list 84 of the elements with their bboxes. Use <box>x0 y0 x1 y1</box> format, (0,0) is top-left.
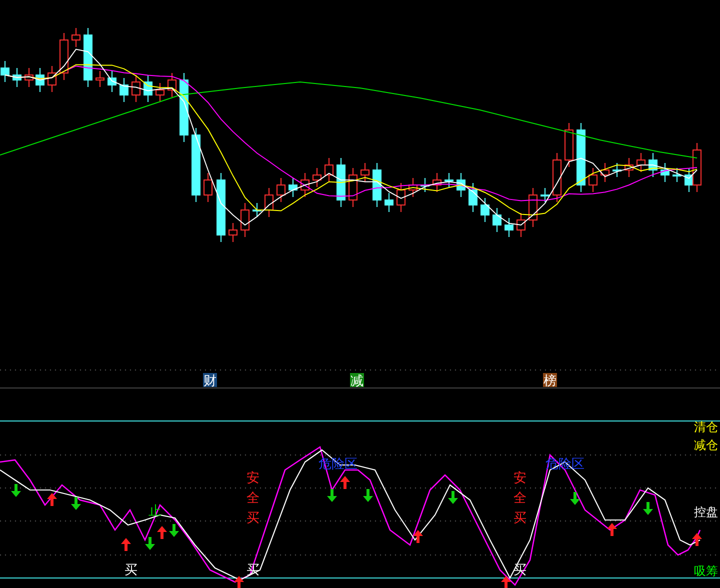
arrow-down-icon <box>570 492 580 505</box>
candlestick <box>528 188 538 228</box>
candlestick <box>456 172 466 198</box>
arrow-down-icon <box>448 491 458 504</box>
candlestick <box>312 168 322 188</box>
arrow-down-icon <box>643 502 653 515</box>
indicator-badge[interactable]: 减 <box>350 373 364 389</box>
candlestick <box>144 74 152 102</box>
arrow-up-icon <box>234 576 244 588</box>
arrow-up-icon <box>501 576 511 588</box>
arrow-down-icon <box>363 489 373 502</box>
candlestick <box>228 222 238 242</box>
arrow-down-icon <box>11 484 21 497</box>
arrow-down-icon <box>145 537 155 550</box>
candlestick <box>96 70 104 88</box>
arrow-up-icon <box>121 538 131 551</box>
arrow-up-icon <box>607 523 617 536</box>
candlestick <box>300 172 310 198</box>
candlestick <box>624 158 634 178</box>
candlestick <box>504 218 514 238</box>
candlestick <box>360 162 370 182</box>
candlestick <box>612 162 622 178</box>
candlestick <box>168 72 176 98</box>
candlestick <box>540 188 550 202</box>
candlestick <box>24 68 34 88</box>
candlestick <box>36 68 44 92</box>
candlestick <box>288 178 298 198</box>
arrow-up-icon <box>157 526 167 539</box>
candlestick <box>588 168 598 192</box>
candlestick <box>552 152 562 202</box>
candlestick <box>468 182 478 212</box>
indicator-badge[interactable]: 榜 <box>543 373 557 389</box>
candlestick <box>84 28 92 88</box>
candlestick <box>264 188 274 218</box>
arrow-down-icon <box>327 489 337 502</box>
candlestick <box>336 158 346 208</box>
zone-label: 吸筹 <box>694 564 718 578</box>
candlestick <box>324 158 334 182</box>
candlestick <box>516 212 526 238</box>
candlestick <box>396 182 406 212</box>
candlestick <box>276 178 286 202</box>
candlestick <box>240 202 250 238</box>
candlestick <box>420 178 430 192</box>
candlestick <box>204 172 212 202</box>
arrow-up-icon <box>47 493 57 506</box>
buy-label: 买 <box>124 563 138 578</box>
candlestick <box>180 72 188 142</box>
candlestick <box>444 172 454 188</box>
arrow-down-icon <box>169 524 179 537</box>
candlestick <box>48 66 56 92</box>
arrow-up-icon <box>340 476 350 489</box>
candlestick <box>12 68 22 88</box>
candlestick <box>660 162 670 182</box>
safe-buy-label: 安全买 <box>246 471 260 526</box>
candlestick <box>384 192 394 212</box>
candlestick <box>648 152 658 178</box>
arrow-down-icon <box>71 497 81 510</box>
candlestick <box>72 28 80 48</box>
arrow-up-icon <box>413 530 423 543</box>
candlestick <box>120 78 128 102</box>
safe-buy-label: 安全买 <box>514 471 526 526</box>
candlestick <box>252 202 262 218</box>
candlestick <box>432 172 442 192</box>
candlestick <box>348 168 358 208</box>
candlestick <box>564 122 574 168</box>
zone-label: 清仓 <box>694 420 718 434</box>
candlestick <box>492 208 502 232</box>
arrow-up-icon <box>692 533 702 546</box>
candlestick <box>108 70 116 92</box>
candlestick <box>372 162 382 208</box>
candlestick <box>636 152 646 172</box>
zone-label: 控盘 <box>694 505 718 519</box>
candlestick <box>672 168 682 182</box>
candlestick <box>132 74 140 102</box>
candlestick <box>480 198 490 222</box>
candlestick <box>576 122 586 192</box>
candlestick <box>0 60 10 82</box>
candlestick <box>408 178 418 198</box>
candlestick <box>600 162 610 182</box>
candlestick <box>156 82 164 102</box>
candlestick <box>60 32 68 80</box>
zone-label: 减仓 <box>694 438 718 452</box>
indicator-badge[interactable]: 财 <box>203 373 217 389</box>
candlestick <box>216 172 226 242</box>
